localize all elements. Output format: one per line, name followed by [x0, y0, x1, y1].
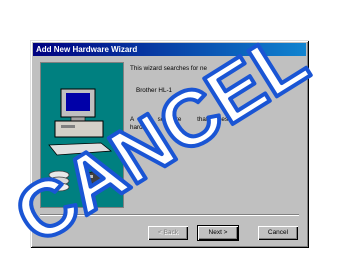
body-text-line2: hardw — [130, 124, 148, 131]
intro-text: This wizard searches for ne for — [130, 65, 237, 72]
device-name: Brother HL-1 — [136, 87, 173, 94]
button-separator — [40, 214, 299, 216]
dialog-title: Add New Hardware Wizard — [33, 43, 306, 56]
back-button[interactable]: < Back — [148, 226, 188, 240]
body-text-line1: A software that makes a — [130, 116, 234, 123]
cancel-button[interactable]: Cancel — [258, 226, 298, 240]
computer-illustration-icon — [48, 88, 113, 192]
wizard-dialog: Add New Hardware Wizard This wizard sear… — [30, 40, 309, 248]
wizard-illustration — [40, 62, 124, 208]
next-button[interactable]: Next > — [197, 225, 239, 241]
